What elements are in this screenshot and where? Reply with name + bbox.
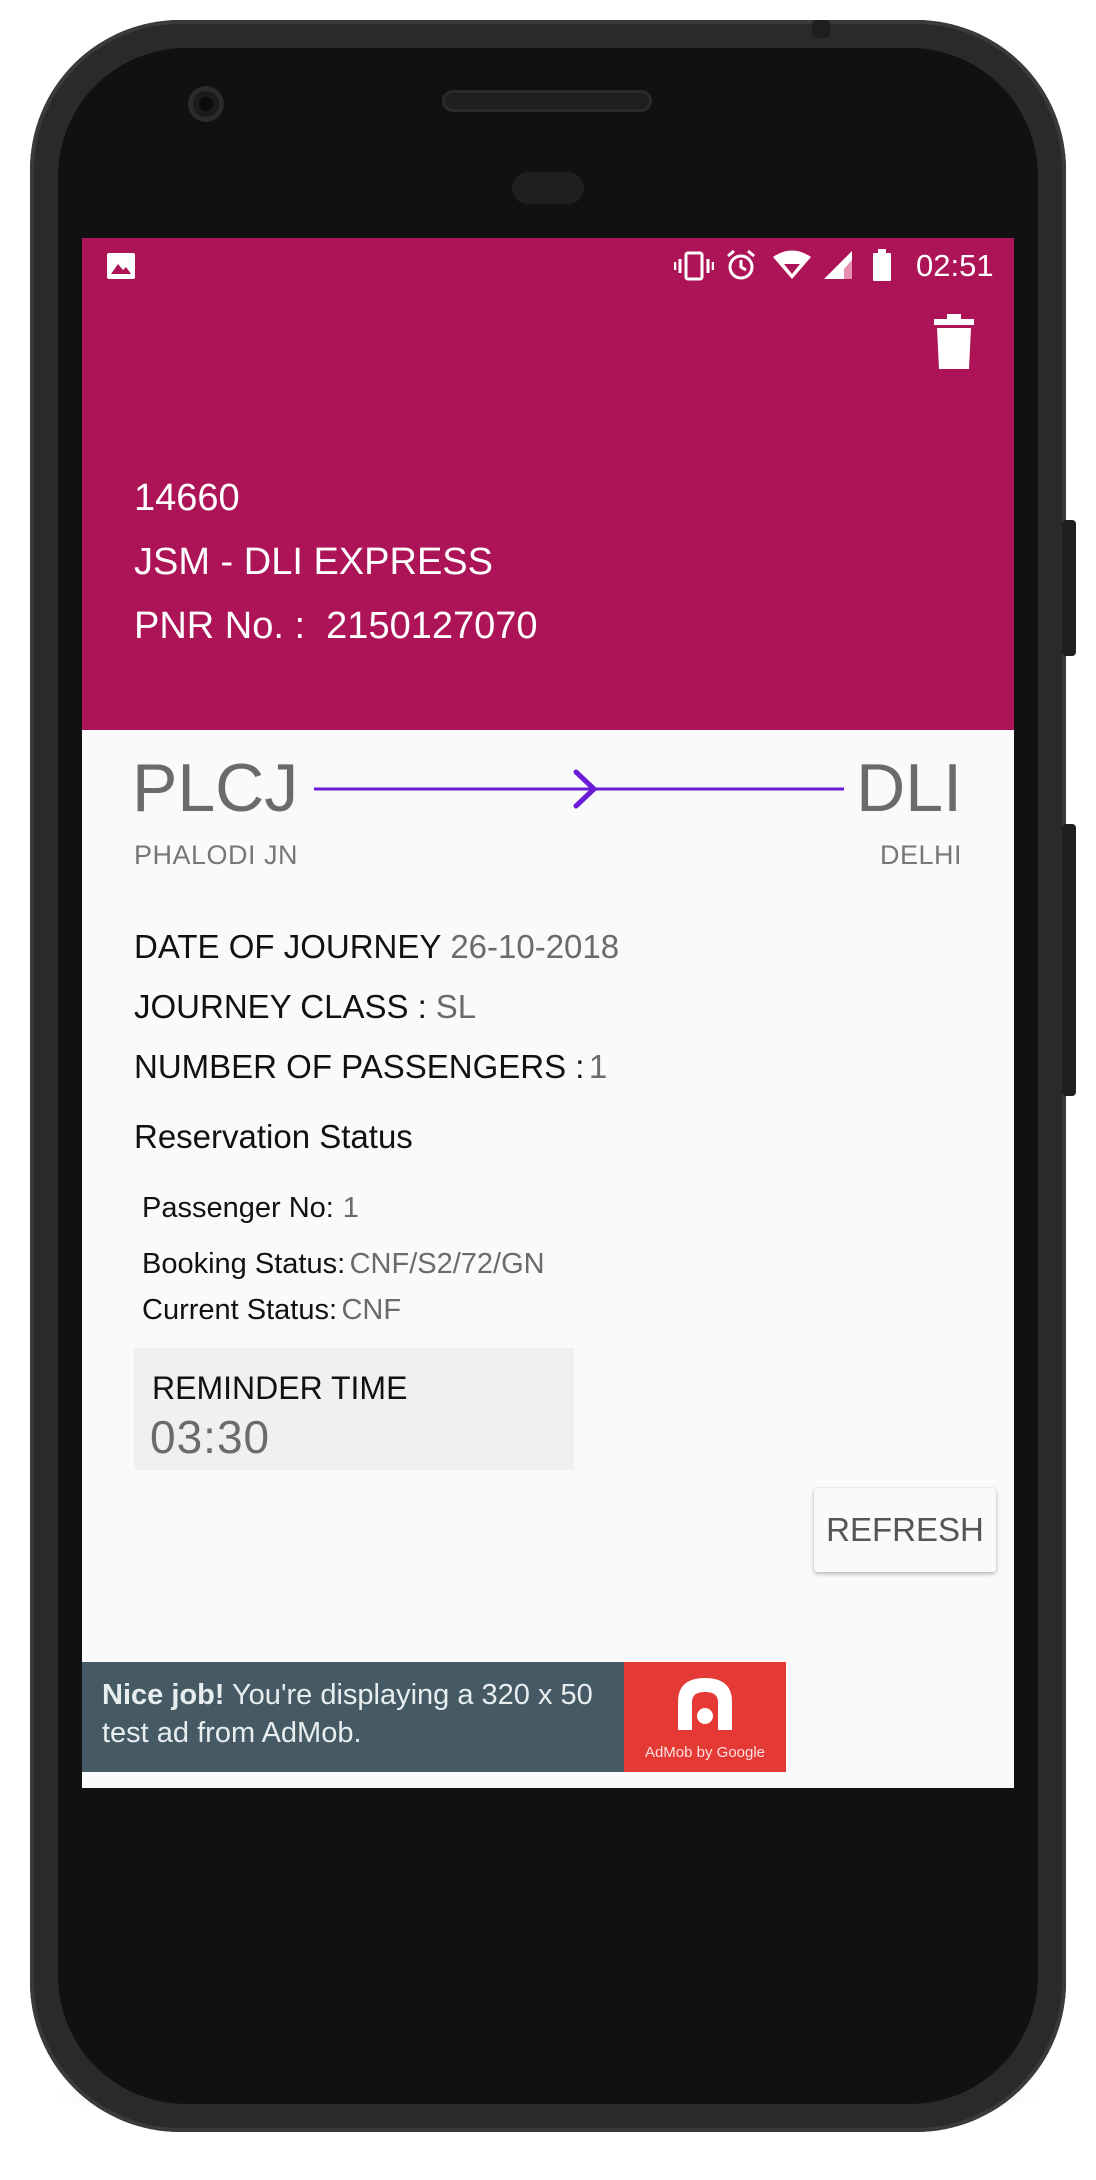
app-screen: 02:51 14660 JSM - DLI EXPRESS PNR No. : … — [82, 238, 1014, 1788]
passenger-no-row: Passenger No: 1 — [142, 1192, 359, 1225]
passengers-value: 1 — [588, 1048, 608, 1085]
journey-date-row: DATE OF JOURNEY 26-10-2018 — [134, 928, 619, 966]
journey-class-label: JOURNEY CLASS : — [134, 988, 427, 1025]
booking-status-value: CNF/S2/72/GN — [349, 1248, 545, 1280]
reminder-time-box[interactable]: REMINDER TIME 03:30 — [134, 1348, 574, 1470]
alarm-icon — [724, 248, 758, 287]
current-status-value: CNF — [341, 1294, 402, 1326]
wifi-icon — [772, 250, 812, 285]
vibrate-icon — [673, 250, 715, 287]
battery-icon — [872, 248, 892, 287]
power-button — [1062, 824, 1076, 1096]
journey-date-label: DATE OF JOURNEY — [134, 928, 442, 965]
current-status-label: Current Status: — [142, 1294, 338, 1326]
journey-class-value: SL — [435, 988, 477, 1025]
to-station-code: DLI — [856, 750, 962, 826]
pnr-value: 2150127070 — [326, 605, 538, 647]
admob-icon — [678, 1678, 732, 1730]
passengers-label: NUMBER OF PASSENGERS : — [134, 1048, 585, 1085]
reminder-label: REMINDER TIME — [152, 1370, 408, 1406]
signal-icon — [822, 250, 854, 285]
volume-button — [1062, 520, 1076, 656]
reservation-status-title: Reservation Status — [134, 1118, 413, 1155]
ad-banner[interactable]: Nice job! You're displaying a 320 x 50 t… — [82, 1662, 786, 1772]
train-info: 14660 JSM - DLI EXPRESS PNR No. : 215012… — [134, 466, 538, 658]
route-arrow-icon — [314, 766, 844, 817]
journey-date-value: 26-10-2018 — [450, 928, 620, 965]
to-station-name: DELHI — [879, 840, 962, 870]
refresh-button[interactable]: REFRESH — [814, 1488, 996, 1572]
ad-text: Nice job! You're displaying a 320 x 50 t… — [102, 1676, 622, 1752]
train-name: JSM - DLI EXPRESS — [134, 541, 493, 583]
admob-caption: AdMob by Google — [644, 1744, 766, 1761]
front-camera — [188, 86, 224, 122]
from-station-code: PLCJ — [132, 750, 299, 826]
journey-class-row: JOURNEY CLASS : SL — [134, 988, 476, 1026]
booking-status-row: Booking Status: CNF/S2/72/GN — [142, 1248, 545, 1281]
earpiece-speaker — [442, 90, 652, 112]
booking-status-label: Booking Status: — [142, 1248, 346, 1280]
trash-icon — [934, 314, 974, 369]
ad-bold-text: Nice job! — [102, 1679, 225, 1711]
current-status-row: Current Status: CNF — [142, 1294, 401, 1327]
passenger-no-label: Passenger No: — [142, 1192, 334, 1224]
proximity-sensor — [512, 172, 584, 204]
status-time: 02:51 — [916, 248, 994, 283]
train-header: 02:51 14660 JSM - DLI EXPRESS PNR No. : … — [82, 238, 1014, 730]
train-number: 14660 — [134, 477, 240, 519]
admob-logo: AdMob by Google — [624, 1662, 786, 1772]
from-station-name: PHALODI JN — [134, 840, 299, 870]
passengers-row: NUMBER OF PASSENGERS : 1 — [134, 1048, 607, 1086]
pnr-label: PNR No. : — [134, 605, 306, 647]
reminder-time-value: 03:30 — [150, 1411, 271, 1463]
top-button — [812, 20, 830, 38]
pnr-line: PNR No. : 2150127070 — [134, 594, 538, 658]
delete-button[interactable] — [934, 314, 974, 375]
passenger-no-value: 1 — [342, 1192, 359, 1224]
image-icon — [106, 252, 136, 285]
status-bar: 02:51 — [82, 238, 1014, 294]
